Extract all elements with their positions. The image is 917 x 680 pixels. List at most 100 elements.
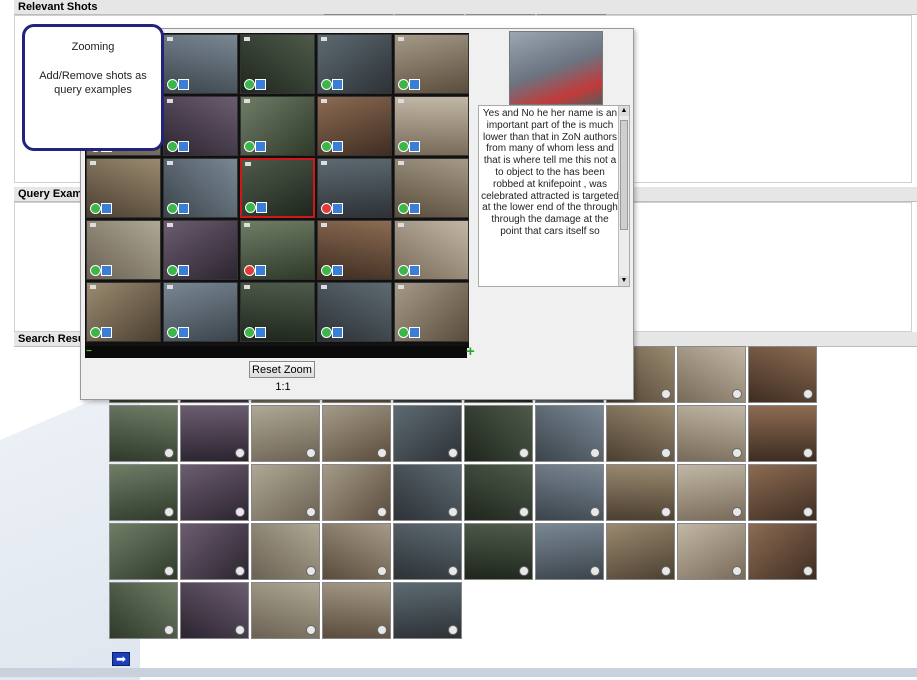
search-result-thumbnail[interactable] <box>251 582 320 639</box>
result-info-icon[interactable] <box>164 448 174 458</box>
search-result-thumbnail[interactable] <box>251 464 320 521</box>
result-info-icon[interactable] <box>732 389 742 399</box>
search-result-thumbnail[interactable] <box>748 346 817 403</box>
zoom-shot-icon[interactable] <box>178 79 189 90</box>
zoom-shot-icon[interactable] <box>409 327 420 338</box>
zoom-shot-icon[interactable] <box>409 265 420 276</box>
zoomed-shot-thumbnail[interactable] <box>317 220 392 280</box>
add-query-icon[interactable] <box>321 327 332 338</box>
result-info-icon[interactable] <box>377 625 387 635</box>
search-result-thumbnail[interactable] <box>748 523 817 580</box>
search-result-thumbnail[interactable] <box>464 405 533 462</box>
search-result-thumbnail[interactable] <box>677 405 746 462</box>
add-query-icon[interactable] <box>321 265 332 276</box>
zoomed-shot-thumbnail[interactable] <box>240 220 315 280</box>
search-result-thumbnail[interactable] <box>322 582 391 639</box>
search-result-thumbnail[interactable] <box>464 523 533 580</box>
search-result-thumbnail[interactable] <box>393 582 462 639</box>
next-page-button[interactable]: ➡ <box>112 652 130 666</box>
zoomed-shot-thumbnail[interactable] <box>86 158 161 218</box>
zoomed-shot-thumbnail[interactable] <box>240 282 315 342</box>
zoomed-shot-thumbnail[interactable] <box>86 282 161 342</box>
result-info-icon[interactable] <box>235 625 245 635</box>
search-result-thumbnail[interactable] <box>535 523 604 580</box>
result-info-icon[interactable] <box>306 566 316 576</box>
result-info-icon[interactable] <box>377 566 387 576</box>
zoomed-shot-thumbnail[interactable] <box>163 34 238 94</box>
result-info-icon[interactable] <box>306 448 316 458</box>
zoom-shot-icon[interactable] <box>332 327 343 338</box>
search-result-thumbnail[interactable] <box>535 405 604 462</box>
add-query-icon[interactable] <box>398 141 409 152</box>
zoom-shot-icon[interactable] <box>409 141 420 152</box>
add-query-icon[interactable] <box>244 327 255 338</box>
zoom-shot-icon[interactable] <box>178 141 189 152</box>
zoom-shot-icon[interactable] <box>255 265 266 276</box>
add-query-icon[interactable] <box>167 79 178 90</box>
search-result-thumbnail[interactable] <box>180 523 249 580</box>
result-info-icon[interactable] <box>661 507 671 517</box>
result-info-icon[interactable] <box>448 448 458 458</box>
zoom-shot-icon[interactable] <box>332 79 343 90</box>
result-info-icon[interactable] <box>661 389 671 399</box>
search-result-thumbnail[interactable] <box>677 523 746 580</box>
search-result-thumbnail[interactable] <box>677 464 746 521</box>
search-result-thumbnail[interactable] <box>535 464 604 521</box>
add-query-icon[interactable] <box>244 141 255 152</box>
zoomed-shot-thumbnail[interactable] <box>240 158 315 218</box>
zoom-shot-icon[interactable] <box>409 203 420 214</box>
search-result-thumbnail[interactable] <box>606 464 675 521</box>
result-info-icon[interactable] <box>235 566 245 576</box>
result-info-icon[interactable] <box>519 507 529 517</box>
minus-icon[interactable]: − <box>86 347 92 357</box>
zoomed-shot-thumbnail[interactable] <box>163 96 238 156</box>
result-info-icon[interactable] <box>164 507 174 517</box>
result-info-icon[interactable] <box>803 448 813 458</box>
result-info-icon[interactable] <box>732 507 742 517</box>
result-info-icon[interactable] <box>377 507 387 517</box>
zoom-shot-icon[interactable] <box>256 202 267 213</box>
result-info-icon[interactable] <box>235 507 245 517</box>
search-result-thumbnail[interactable] <box>251 405 320 462</box>
scroll-up-arrow-icon[interactable]: ▲ <box>619 106 629 116</box>
zoom-shot-icon[interactable] <box>178 327 189 338</box>
search-result-thumbnail[interactable] <box>748 405 817 462</box>
transcript-box[interactable]: Yes and No he her name is an important p… <box>478 105 630 287</box>
zoom-shot-icon[interactable] <box>332 203 343 214</box>
result-info-icon[interactable] <box>590 507 600 517</box>
add-query-icon[interactable] <box>398 327 409 338</box>
add-query-icon[interactable] <box>90 265 101 276</box>
search-result-thumbnail[interactable] <box>109 523 178 580</box>
result-info-icon[interactable] <box>306 507 316 517</box>
zoomed-shot-thumbnail[interactable] <box>317 34 392 94</box>
zoom-shot-icon[interactable] <box>178 265 189 276</box>
search-result-thumbnail[interactable] <box>109 405 178 462</box>
zoomed-shot-thumbnail[interactable] <box>163 158 238 218</box>
add-query-icon[interactable] <box>167 141 178 152</box>
zoomed-shot-thumbnail[interactable] <box>163 220 238 280</box>
scroll-thumb[interactable] <box>620 120 628 230</box>
zoomed-shot-thumbnail[interactable] <box>163 282 238 342</box>
result-info-icon[interactable] <box>377 448 387 458</box>
add-query-icon[interactable] <box>398 265 409 276</box>
result-info-icon[interactable] <box>235 448 245 458</box>
search-result-thumbnail[interactable] <box>464 464 533 521</box>
result-info-icon[interactable] <box>590 448 600 458</box>
zoom-shot-icon[interactable] <box>255 79 266 90</box>
search-result-thumbnail[interactable] <box>393 405 462 462</box>
result-info-icon[interactable] <box>803 566 813 576</box>
result-info-icon[interactable] <box>448 507 458 517</box>
search-result-thumbnail[interactable] <box>606 523 675 580</box>
search-result-thumbnail[interactable] <box>748 464 817 521</box>
zoomed-shot-thumbnail[interactable] <box>317 96 392 156</box>
search-result-thumbnail[interactable] <box>393 464 462 521</box>
add-query-icon[interactable] <box>167 327 178 338</box>
zoom-shot-icon[interactable] <box>332 141 343 152</box>
add-query-icon[interactable] <box>167 203 178 214</box>
add-query-icon[interactable] <box>321 79 332 90</box>
search-result-thumbnail[interactable] <box>180 464 249 521</box>
zoomed-shot-thumbnail[interactable] <box>240 96 315 156</box>
zoom-shot-icon[interactable] <box>332 265 343 276</box>
zoomed-shot-thumbnail[interactable] <box>394 96 469 156</box>
result-info-icon[interactable] <box>164 625 174 635</box>
